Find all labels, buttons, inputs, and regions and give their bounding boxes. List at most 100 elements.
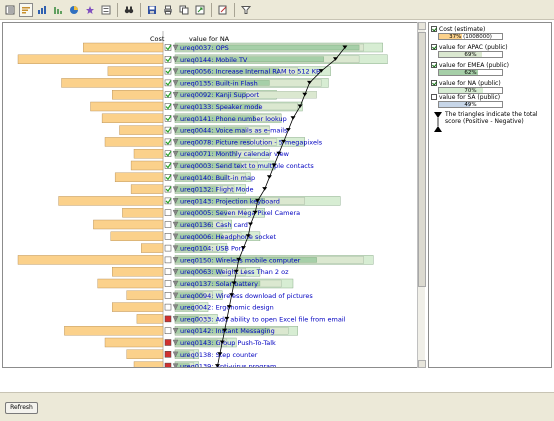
chart-row[interactable]: ureq0140: Built-in map — [114, 172, 255, 183]
pie-icon[interactable] — [67, 3, 81, 17]
legend-triangle-note: The triangles indicate the total score (… — [433, 111, 551, 135]
legend-checkbox-sa[interactable] — [431, 94, 437, 100]
chart-row[interactable]: ureq0150: Wireless mobile computer — [17, 255, 374, 265]
chart-panel[interactable]: Cost value for NA ureq0037: OPS ureq0144:… — [2, 22, 424, 368]
chart-row[interactable]: ureq0037: OPS — [83, 42, 383, 53]
row-label[interactable]: ureq0071: Monthly calendar view — [180, 150, 290, 158]
save-icon[interactable] — [145, 3, 159, 17]
copy-icon[interactable] — [177, 3, 191, 17]
row-label[interactable]: ureq0137: Solar battery — [180, 280, 258, 288]
row-label[interactable]: ureq0063: Weight Less Than 2 oz — [180, 268, 289, 276]
chart-icon[interactable] — [35, 3, 49, 17]
chart-row[interactable]: ureq0142: Instant Messaging — [64, 326, 298, 336]
row-checkbox[interactable] — [164, 209, 172, 216]
row-label[interactable]: ureq0141: Phone number lookup — [180, 115, 287, 123]
legend-item-emea: value for EMEA (public) 62% — [431, 61, 549, 76]
row-checkbox[interactable] — [164, 351, 172, 358]
chart-row[interactable]: ureq0042: Ergonomic design — [112, 302, 274, 312]
chart-row[interactable]: ureq0104: USB Port — [141, 243, 244, 253]
value-header: value for NA — [189, 35, 230, 43]
chart-row[interactable]: ureq0133: Speaker mode — [90, 101, 303, 112]
row-label[interactable]: ureq0003: Send text to multiple contacts — [180, 162, 314, 170]
row-label[interactable]: ureq0056: Increase Internal RAM to 512 K… — [180, 68, 320, 76]
row-checkbox[interactable] — [164, 268, 172, 275]
binoculars-icon[interactable] — [122, 3, 136, 17]
chart-row[interactable]: ureq0143: Group Push-To-Talk — [104, 337, 276, 348]
legend-label-na: value for NA (public) — [439, 79, 501, 87]
row-label[interactable]: ureq0078: Picture resolution - 5 megapix… — [180, 138, 323, 146]
legend-checkbox-emea[interactable] — [431, 62, 437, 68]
row-label[interactable]: ureq0143: Group Push-To-Talk — [180, 339, 276, 347]
cost-bar — [122, 207, 164, 218]
export-icon[interactable] — [193, 3, 207, 17]
chart-row[interactable]: ureq0078: Picture resolution - 5 megapix… — [104, 137, 323, 147]
row-label[interactable]: ureq0033: Add ability to open Excel file… — [180, 315, 346, 323]
row-checkbox[interactable] — [164, 233, 172, 240]
row-checkbox[interactable] — [164, 339, 172, 346]
refresh-button[interactable]: Refresh — [5, 402, 38, 414]
row-checkbox[interactable] — [164, 327, 172, 334]
scroll-down-icon[interactable] — [418, 360, 426, 368]
chart-row[interactable]: ureq0139: Anti-virus program — [133, 361, 276, 368]
chart-row[interactable]: ureq0137: Solar battery — [97, 278, 294, 289]
row-checkbox[interactable] — [164, 315, 172, 323]
chart-row[interactable]: ureq0136: Cash card — [93, 219, 248, 230]
filter-list-icon[interactable] — [99, 3, 113, 17]
legend-checkbox-cost[interactable] — [431, 26, 437, 32]
row-label[interactable]: ureq0094: Wireless download of pictures — [180, 292, 313, 300]
row-label[interactable]: ureq0133: Speaker mode — [180, 103, 263, 111]
chart-row[interactable]: ureq0006: Headphone socket — [110, 231, 277, 242]
row-label[interactable]: ureq0142: Instant Messaging — [180, 327, 275, 335]
sort-icon[interactable] — [19, 2, 33, 17]
row-label[interactable]: ureq0150: Wireless mobile computer — [180, 256, 301, 264]
row-checkbox[interactable] — [164, 362, 172, 368]
row-label[interactable]: ureq0037: OPS — [180, 44, 229, 52]
row-checkbox[interactable] — [164, 280, 172, 287]
chart-row[interactable]: ureq0094: Wireless download of pictures — [126, 290, 314, 300]
row-label[interactable]: ureq0042: Ergonomic design — [180, 304, 274, 312]
chart-row[interactable]: ureq0033: Add ability to open Excel file… — [136, 314, 346, 324]
scroll-up-icon[interactable] — [418, 22, 426, 30]
vertical-scrollbar[interactable] — [417, 22, 426, 368]
row-label[interactable]: ureq0132: Flight Mode — [180, 186, 254, 194]
row-label[interactable]: ureq0139: Anti-virus program — [180, 363, 276, 368]
chart-row[interactable]: ureq0005: Seven Mega Pixel Camera — [122, 207, 300, 218]
chart-row[interactable]: ureq0056: Increase Internal RAM to 512 K… — [107, 66, 331, 76]
chart-row[interactable]: ureq0092: Kanji Support — [112, 89, 317, 100]
row-label[interactable]: ureq0140: Built-in map — [180, 174, 255, 182]
row-label[interactable]: ureq0104: USB Port — [180, 245, 244, 253]
row-label[interactable]: ureq0135: Built-in Flash — [180, 79, 258, 87]
star-icon[interactable] — [83, 3, 97, 17]
row-label[interactable]: ureq0144: Mobile TV — [180, 56, 248, 64]
chart-row[interactable]: ureq0135: Built-in Flash — [61, 78, 329, 88]
chart-row[interactable]: ureq0132: Flight Mode — [130, 184, 254, 194]
bottom-bar: Refresh — [0, 392, 554, 421]
row-label[interactable]: ureq0136: Cash card — [180, 221, 248, 229]
chart-row[interactable]: ureq0143: Projection keyboard — [58, 196, 341, 206]
row-checkbox[interactable] — [164, 303, 172, 311]
view-options-icon[interactable] — [3, 3, 17, 17]
legend-checkbox-na[interactable] — [431, 80, 437, 86]
row-label[interactable]: ureq0044: Voice mails as e-mails — [180, 127, 288, 135]
cost-bar — [93, 219, 164, 230]
row-label[interactable]: ureq0005: Seven Mega Pixel Camera — [180, 209, 300, 217]
row-label[interactable]: ureq0092: Kanji Support — [180, 91, 260, 99]
chart-row[interactable]: ureq0044: Voice mails as e-mails — [119, 125, 289, 135]
print-icon[interactable] — [161, 3, 175, 17]
row-checkbox[interactable] — [164, 244, 172, 252]
chart-alt-icon[interactable] — [51, 3, 65, 17]
row-checkbox[interactable] — [164, 221, 172, 228]
chart-row[interactable]: ureq0071: Monthly calendar view — [133, 148, 290, 159]
row-label[interactable]: ureq0006: Headphone socket — [180, 233, 276, 241]
legend-checkbox-apac[interactable] — [431, 44, 437, 50]
scroll-thumb[interactable] — [418, 32, 426, 287]
chart-row[interactable]: ureq0141: Phone number lookup — [101, 113, 287, 124]
chart-row[interactable]: ureq0138: Step counter — [126, 349, 258, 359]
edit-icon[interactable] — [216, 3, 230, 17]
row-label[interactable]: ureq0143: Projection keyboard — [180, 197, 280, 205]
row-checkbox[interactable] — [164, 292, 172, 299]
funnel-icon[interactable] — [239, 3, 253, 17]
chart-row[interactable]: ureq0063: Weight Less Than 2 oz — [112, 266, 289, 277]
chart-row[interactable]: ureq0003: Send text to multiple contacts — [130, 160, 314, 171]
row-checkbox[interactable] — [164, 256, 172, 264]
